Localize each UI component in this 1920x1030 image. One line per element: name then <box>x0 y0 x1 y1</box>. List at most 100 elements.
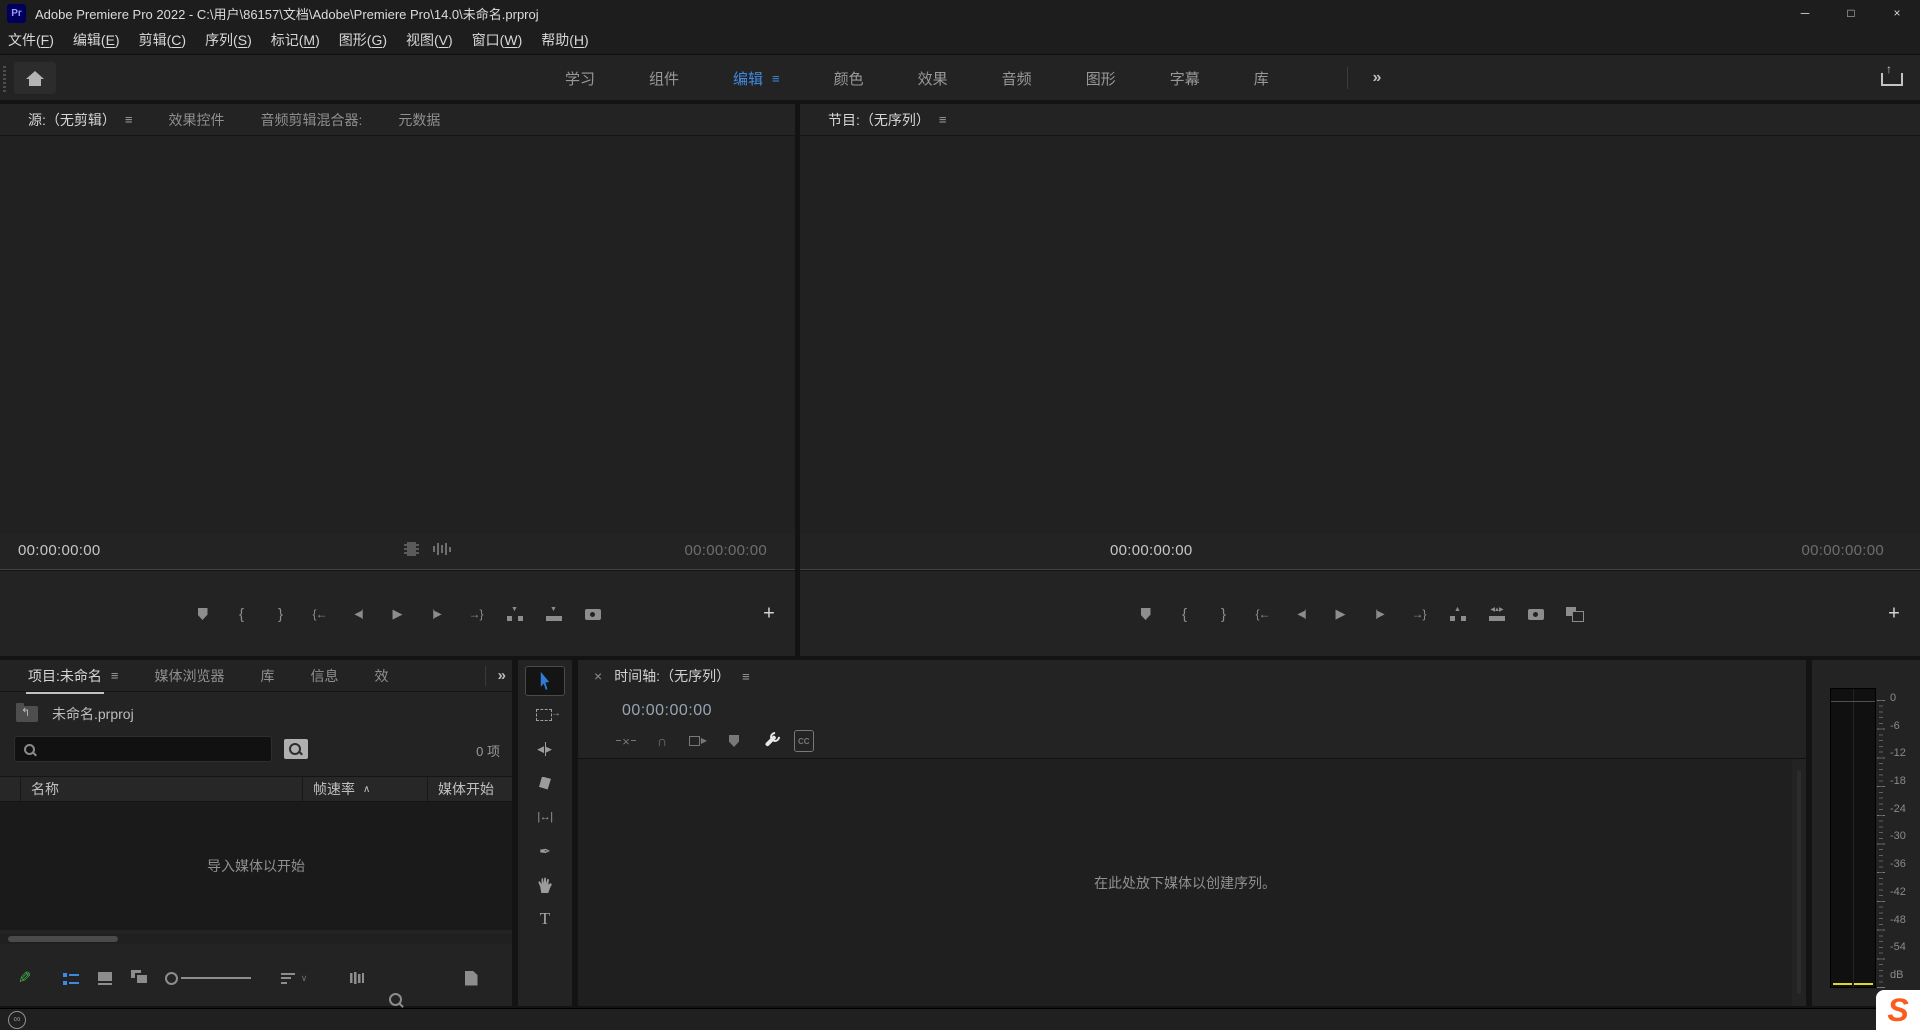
panel-tab[interactable]: 节目:（无序列）≡ <box>810 104 964 136</box>
list-view-icon[interactable] <box>58 966 84 990</box>
minimize-button[interactable]: ─ <box>1782 0 1828 26</box>
menu-item[interactable]: 剪辑(C) <box>139 30 186 50</box>
workspace-tab[interactable]: 字幕≡ <box>1143 55 1227 101</box>
source-add-button[interactable]: + <box>757 603 781 626</box>
workspace-overflow-button[interactable]: » <box>1360 55 1394 101</box>
lift-icon[interactable] <box>1445 602 1471 626</box>
ime-sogou-badge[interactable]: S <box>1876 990 1920 1030</box>
add-marker-icon[interactable] <box>722 730 746 752</box>
ripple-edit-icon[interactable] <box>525 734 565 764</box>
drag-video-only-icon[interactable] <box>404 542 419 556</box>
export-frame-icon[interactable] <box>580 602 606 626</box>
scrollbar-thumb[interactable] <box>8 936 118 942</box>
menu-item[interactable]: 编辑(E) <box>73 30 120 50</box>
workspace-tab[interactable]: 颜色≡ <box>807 55 891 101</box>
workspace-tab[interactable]: 组件≡ <box>622 55 706 101</box>
timeline-track-area[interactable]: 在此处放下媒体以创建序列。 <box>578 759 1792 1006</box>
mark-in-icon[interactable]: { <box>1172 602 1198 626</box>
home-button[interactable] <box>14 62 56 94</box>
menu-item[interactable]: 视图(V) <box>406 30 453 50</box>
export-frame-icon[interactable] <box>1523 602 1549 626</box>
step-back-icon[interactable]: ◀| <box>1289 602 1315 626</box>
panel-tab[interactable]: 源:（无剪辑）≡ <box>10 104 150 136</box>
audio-meter-bars[interactable] <box>1830 688 1876 988</box>
panel-tab[interactable]: 信息≡ <box>292 660 356 692</box>
column-header[interactable]: 媒体开始 <box>427 777 512 801</box>
workspace-tab[interactable]: 学习≡ <box>538 55 622 101</box>
goto-out-icon[interactable]: →} <box>1406 602 1432 626</box>
slip-icon[interactable]: |↔| <box>525 802 565 832</box>
track-select-icon[interactable] <box>525 700 565 730</box>
hand-icon[interactable] <box>525 870 565 900</box>
menu-item[interactable]: 标记(M) <box>271 30 320 50</box>
menu-item[interactable]: 图形(G) <box>339 30 387 50</box>
panel-tab[interactable]: 媒体浏览器≡ <box>136 660 242 692</box>
goto-out-icon[interactable]: →} <box>463 602 489 626</box>
close-button[interactable]: × <box>1874 0 1920 26</box>
play-icon[interactable]: ▶ <box>385 602 411 626</box>
program-position-timecode[interactable]: 00:00:00:00 <box>1110 542 1193 559</box>
compare-view-icon[interactable] <box>1562 602 1588 626</box>
razor-icon[interactable] <box>525 768 565 798</box>
timeline-timecode[interactable]: 00:00:00:00 <box>622 702 712 720</box>
timeline-menu-icon[interactable]: ≡ <box>742 669 750 684</box>
program-add-button[interactable]: + <box>1882 603 1906 626</box>
overwrite-icon[interactable] <box>541 602 567 626</box>
step-back-icon[interactable]: ◀| <box>346 602 372 626</box>
workspace-tab[interactable]: 编辑≡ <box>706 55 807 101</box>
workspace-tab[interactable]: 图形≡ <box>1059 55 1143 101</box>
insert-overwrite-toggle-icon[interactable]: × <box>614 730 638 752</box>
quick-export-button[interactable] <box>1878 64 1908 92</box>
column-header[interactable]: 帧速率∧ <box>302 777 427 801</box>
step-forward-icon[interactable]: |▶ <box>1367 602 1393 626</box>
sort-options-icon[interactable] <box>272 966 316 990</box>
mark-out-icon[interactable]: } <box>268 602 294 626</box>
menu-item[interactable]: 窗口(W) <box>472 30 523 50</box>
workspace-tab[interactable]: 效果≡ <box>891 55 975 101</box>
pen-icon[interactable]: ✒ <box>525 836 565 866</box>
timeline-vertical-scrollbar[interactable] <box>1797 770 1801 994</box>
freeform-view-icon[interactable] <box>127 966 153 990</box>
panel-tab[interactable]: 效≡ <box>356 660 406 692</box>
close-panel-icon[interactable]: × <box>594 668 602 684</box>
type-icon[interactable]: T <box>525 904 565 934</box>
zoom-slider-icon[interactable] <box>165 966 257 990</box>
panel-tab[interactable]: 库≡ <box>242 660 292 692</box>
mark-out-icon[interactable]: } <box>1211 602 1237 626</box>
new-item-icon[interactable] <box>458 966 484 990</box>
source-position-timecode[interactable]: 00:00:00:00 <box>18 542 101 559</box>
maximize-button[interactable]: □ <box>1828 0 1874 26</box>
panel-tab[interactable]: 项目:未命名≡ <box>10 660 136 692</box>
goto-in-icon[interactable]: {← <box>307 602 333 626</box>
panel-tab[interactable]: 效果控件≡ <box>150 104 242 136</box>
insert-icon[interactable] <box>502 602 528 626</box>
selection-icon[interactable] <box>525 666 565 696</box>
step-forward-icon[interactable]: |▶ <box>424 602 450 626</box>
project-item-list[interactable]: 导入媒体以开始 <box>0 802 512 930</box>
add-marker-icon[interactable] <box>190 602 216 626</box>
project-search-input[interactable] <box>43 742 258 757</box>
menu-item[interactable]: 序列(S) <box>205 30 252 50</box>
program-scrub-bar[interactable] <box>800 569 1920 570</box>
menu-item[interactable]: 文件(F) <box>8 30 54 50</box>
automate-to-sequence-icon[interactable] <box>344 966 370 990</box>
drag-audio-only-icon[interactable] <box>432 542 451 556</box>
play-icon[interactable]: ▶ <box>1328 602 1354 626</box>
snap-icon[interactable]: ∩ <box>650 730 674 752</box>
linked-selection-icon[interactable] <box>686 730 710 752</box>
add-marker-icon[interactable] <box>1133 602 1159 626</box>
workspace-tab[interactable]: 音频≡ <box>975 55 1059 101</box>
column-header[interactable]: 名称 <box>20 777 302 801</box>
mark-in-icon[interactable]: { <box>229 602 255 626</box>
display-settings-icon[interactable] <box>758 730 782 752</box>
creative-cloud-icon[interactable]: ∞ <box>8 1011 26 1029</box>
workspace-tab[interactable]: 库≡ <box>1227 55 1296 101</box>
project-root-item[interactable]: 未命名.prproj <box>0 698 512 730</box>
icon-view-icon[interactable] <box>92 966 118 990</box>
goto-in-icon[interactable]: {← <box>1250 602 1276 626</box>
extract-icon[interactable] <box>1484 602 1510 626</box>
new-search-bin-button[interactable] <box>284 739 308 759</box>
menu-item[interactable]: 帮助(H) <box>541 30 588 50</box>
captions-icon[interactable]: CC <box>794 730 814 752</box>
panel-tab[interactable]: 元数据≡ <box>380 104 458 136</box>
